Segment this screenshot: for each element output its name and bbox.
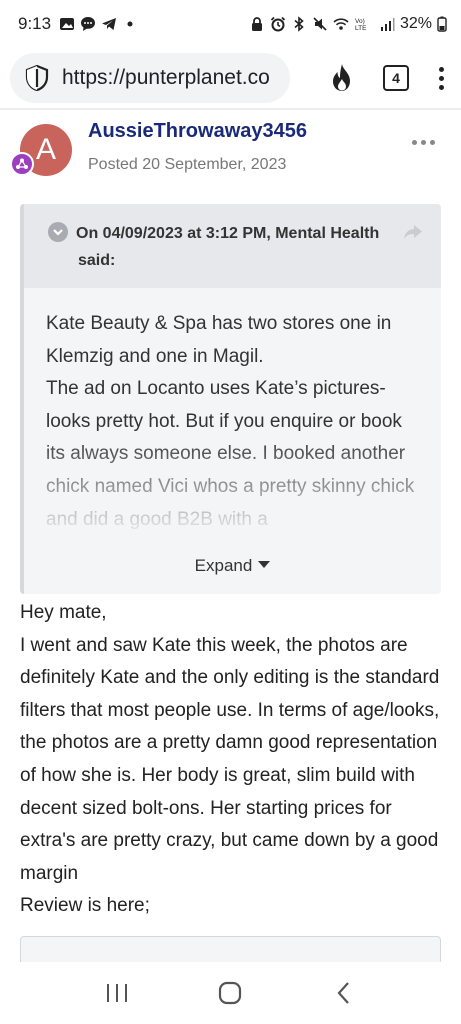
quote-block: On 04/09/2023 at 3:12 PM, Mental Health …	[20, 204, 441, 594]
post-paragraph: Review is here;	[20, 895, 150, 917]
dot-icon	[127, 21, 133, 27]
browser-actions: 4	[329, 63, 451, 93]
battery-icon	[437, 16, 447, 32]
mute-icon	[313, 17, 327, 31]
svg-text:Vo): Vo)	[355, 18, 365, 25]
post-author-name[interactable]: AussieThrowaway3456	[88, 120, 307, 143]
post-body: Hey mate, I went and saw Kate this week,…	[20, 597, 445, 923]
address-bar[interactable]: https://punterplanet.co	[10, 53, 290, 103]
alarm-icon	[270, 16, 286, 32]
wifi-icon	[333, 18, 349, 30]
browser-menu-button[interactable]	[437, 66, 445, 90]
chat-icon	[81, 17, 96, 31]
post-paragraph: Hey mate,	[20, 602, 107, 623]
post-header: A AussieThrowaway3456 Posted 20 Septembe…	[0, 118, 461, 188]
lock-icon	[251, 17, 262, 31]
caret-down-icon	[258, 561, 271, 568]
expand-quote-button[interactable]: Expand	[24, 556, 441, 576]
quote-header: On 04/09/2023 at 3:12 PM, Mental Health …	[24, 204, 441, 288]
expand-label: Expand	[194, 556, 253, 575]
collapse-quote-icon[interactable]	[48, 222, 68, 242]
quote-body: Kate Beauty & Spa has two stores one in …	[24, 288, 441, 534]
quote-citation[interactable]: On 04/09/2023 at 3:12 PM, Mental Health …	[76, 225, 379, 269]
gallery-icon	[60, 18, 75, 30]
browser-toolbar: https://punterplanet.co 4	[0, 48, 461, 108]
url-text[interactable]: https://punterplanet.co	[62, 66, 270, 90]
post-options-icon[interactable]	[412, 140, 435, 145]
post-date: Posted 20 September, 2023	[88, 156, 287, 173]
tab-switcher-button[interactable]: 4	[383, 65, 409, 91]
quote-fade	[24, 434, 441, 534]
status-icons-left	[59, 16, 138, 32]
signal-icon	[380, 18, 395, 31]
flame-icon[interactable]	[329, 63, 355, 93]
status-bar: 9:13 Vo) LTE 32%	[0, 0, 461, 48]
status-icons-right: Vo) LTE 32%	[249, 15, 447, 33]
back-icon[interactable]	[331, 980, 357, 1006]
telegram-icon	[102, 18, 117, 30]
battery-percent: 32%	[399, 15, 432, 32]
site-security-icon[interactable]	[24, 64, 50, 92]
bluetooth-icon	[294, 16, 304, 32]
quote-line: Kate Beauty & Spa has two stores one in …	[46, 313, 392, 367]
post-paragraph: I went and saw Kate this week, the photo…	[20, 634, 440, 884]
svg-text:LTE: LTE	[355, 25, 367, 32]
system-nav-bar	[0, 962, 461, 1024]
volte-icon: Vo)LTE	[355, 18, 367, 32]
rank-badge-icon	[10, 152, 34, 176]
toolbar-divider	[0, 108, 461, 110]
home-icon[interactable]	[217, 980, 243, 1006]
status-time: 9:13	[18, 14, 52, 33]
go-to-quoted-post-icon[interactable]	[403, 224, 423, 240]
recent-apps-icon[interactable]	[104, 981, 130, 1005]
